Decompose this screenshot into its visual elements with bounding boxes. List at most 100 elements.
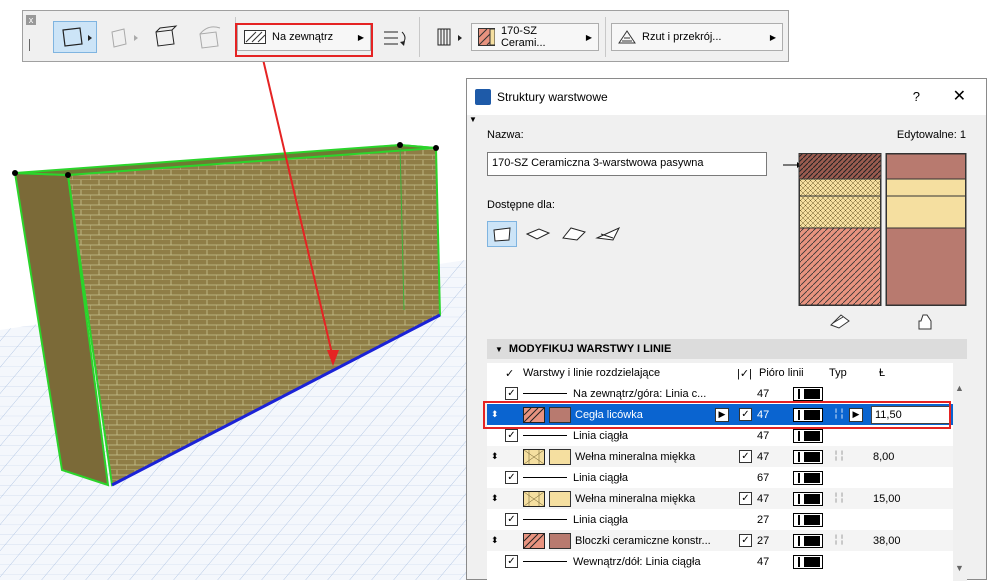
layer-name[interactable]: Bloczki ceramiczne konstr...	[575, 530, 715, 551]
chevron-down-icon: ▼	[495, 344, 503, 354]
line-visible-checkbox[interactable]: ✓	[505, 471, 518, 484]
line-type-icon[interactable]: ╎╎	[833, 530, 845, 551]
available-roof-button[interactable]	[559, 221, 589, 247]
line-sample	[523, 477, 567, 478]
geometry-straight-wall-button[interactable]	[53, 21, 97, 53]
pen-number[interactable]: 47	[757, 488, 769, 509]
close-icon[interactable]: x	[26, 15, 36, 25]
layer-preview-graphic	[783, 153, 967, 330]
layer-color-swatch[interactable]	[549, 490, 571, 507]
reorder-handle-icon[interactable]: ⬍	[491, 446, 503, 467]
close-button[interactable]: ✕	[953, 86, 966, 106]
header-pen-check: |✓|	[737, 368, 752, 380]
wall-icon	[493, 227, 511, 242]
header-check-icon: ✓	[505, 368, 515, 380]
line-sample	[523, 519, 567, 520]
floor-plan-icon	[618, 30, 636, 44]
shell-icon	[595, 226, 621, 241]
info-box-toolbar: x Na zewnątrz ▶ 170-SZ Cerami... ▶ Rzut …	[22, 10, 789, 62]
line-name[interactable]: Wewnątrz/dół: Linia ciągła	[573, 551, 718, 572]
line-visible-checkbox[interactable]: ✓	[505, 513, 518, 526]
chevron-right-icon: ▶	[769, 32, 776, 42]
toolbar-grip[interactable]	[29, 39, 30, 51]
layer-name[interactable]: Wełna mineralna miękka	[575, 488, 715, 509]
line-sample	[523, 393, 567, 394]
available-wall-button[interactable]	[487, 221, 517, 247]
structure-type-button[interactable]	[427, 21, 467, 53]
thickness-value[interactable]: 8,00	[873, 446, 894, 467]
flip-direction-icon	[384, 31, 406, 46]
pen-sample[interactable]	[793, 554, 823, 569]
flip-direction-button[interactable]	[377, 21, 413, 53]
scroll-down-icon[interactable]: ▼	[955, 563, 964, 573]
available-slab-button[interactable]	[523, 221, 553, 247]
structure-name-field[interactable]: 170-SZ Ceramiczna 3-warstwowa pasywna	[487, 152, 767, 176]
available-shell-button[interactable]	[593, 221, 623, 247]
section-title: MODYFIKUJ WARSTWY I LINIE	[508, 343, 672, 355]
pen-number[interactable]: 47	[757, 446, 769, 467]
header-type: Typ	[829, 367, 847, 379]
pen-override-checkbox[interactable]: ✓	[739, 534, 752, 547]
pen-override-checkbox[interactable]: ✓	[739, 450, 752, 463]
collapse-arrow-icon[interactable]: ▼	[469, 115, 477, 124]
pen-override-checkbox[interactable]: ✓	[739, 492, 752, 505]
dialog-title: Struktury warstwowe	[497, 90, 608, 104]
reorder-handle-icon[interactable]: ⬍	[491, 530, 503, 551]
layer-hatch-swatch[interactable]	[523, 448, 545, 465]
line-visible-checkbox[interactable]: ✓	[505, 429, 518, 442]
geometry-double-slanted-button[interactable]	[191, 21, 231, 53]
pen-number[interactable]: 27	[757, 509, 769, 530]
line-visible-checkbox[interactable]: ✓	[505, 387, 518, 400]
layer-hatch-swatch[interactable]	[523, 490, 545, 507]
table-scrollbar[interactable]: ▲ ▼	[953, 363, 967, 581]
pen-sample[interactable]	[793, 470, 823, 485]
scroll-up-icon[interactable]: ▲	[955, 383, 964, 393]
structure-type-icon	[437, 28, 462, 46]
modify-layers-section-header[interactable]: ▼ MODYFIKUJ WARSTWY I LINIE	[487, 339, 967, 359]
thickness-value[interactable]: 15,00	[873, 488, 901, 509]
line-type-icon[interactable]: ╎╎	[833, 446, 845, 467]
layer-color-swatch[interactable]	[549, 448, 571, 465]
layer-hatch-swatch[interactable]	[523, 532, 545, 549]
structure-preview	[783, 153, 973, 336]
geometry-straight-wall-icon	[62, 27, 92, 47]
thickness-value[interactable]: 38,00	[873, 530, 901, 551]
line-visible-checkbox[interactable]: ✓	[505, 555, 518, 568]
pen-number[interactable]: 27	[757, 530, 769, 551]
geometry-slanted-icon	[155, 25, 178, 47]
pen-number[interactable]: 67	[757, 467, 769, 488]
roof-icon	[562, 227, 586, 241]
line-type-icon[interactable]: ╎╎	[833, 488, 845, 509]
composite-swatch-icon	[478, 28, 495, 46]
layer-row[interactable]: ⬍ Bloczki ceramiczne konstr... ✓ 27 ╎╎ 38,00	[487, 530, 953, 551]
help-button[interactable]: ?	[913, 89, 920, 104]
floor-plan-section-combo[interactable]: Rzut i przekrój... ▶	[611, 23, 783, 51]
toolbar-highlight-frame	[235, 23, 373, 57]
layers-table: ✓ Warstwy i linie rozdzielające |✓| Piór…	[487, 363, 967, 581]
separator-line-row[interactable]: ✓ Linia ciągła 27	[487, 509, 953, 530]
composite-structure-combo[interactable]: 170-SZ Cerami... ▶	[471, 23, 599, 51]
line-name[interactable]: Linia ciągła	[573, 467, 718, 488]
pen-sample[interactable]	[793, 449, 823, 464]
pen-sample[interactable]	[793, 428, 823, 443]
dialog-titlebar[interactable]: Struktury warstwowe ? ✕	[467, 79, 986, 115]
layer-color-swatch[interactable]	[549, 532, 571, 549]
header-layers: Warstwy i linie rozdzielające	[523, 367, 661, 379]
layer-row[interactable]: ⬍ Wełna mineralna miękka ✓ 47 ╎╎ 8,00	[487, 446, 953, 467]
geometry-slanted-button[interactable]	[147, 21, 187, 53]
pen-sample[interactable]	[793, 386, 823, 401]
pen-number[interactable]: 47	[757, 551, 769, 572]
line-sample	[523, 435, 567, 436]
layer-name[interactable]: Wełna mineralna miękka	[575, 446, 715, 467]
pen-sample[interactable]	[793, 491, 823, 506]
pen-sample[interactable]	[793, 533, 823, 548]
layer-row[interactable]: ⬍ Wełna mineralna miękka ✓ 47 ╎╎ 15,00	[487, 488, 953, 509]
pen-sample[interactable]	[793, 512, 823, 527]
editable-count-label: Edytowalne: 1	[896, 129, 966, 141]
line-name[interactable]: Linia ciągła	[573, 509, 718, 530]
reorder-handle-icon[interactable]: ⬍	[491, 488, 503, 509]
separator-line-row[interactable]: ✓ Linia ciągła 67	[487, 467, 953, 488]
floor-plan-section-label: Rzut i przekrój...	[642, 31, 722, 43]
separator-line-row[interactable]: ✓ Wewnątrz/dół: Linia ciągła 47	[487, 551, 953, 572]
geometry-trapezoid-button[interactable]	[103, 21, 143, 53]
